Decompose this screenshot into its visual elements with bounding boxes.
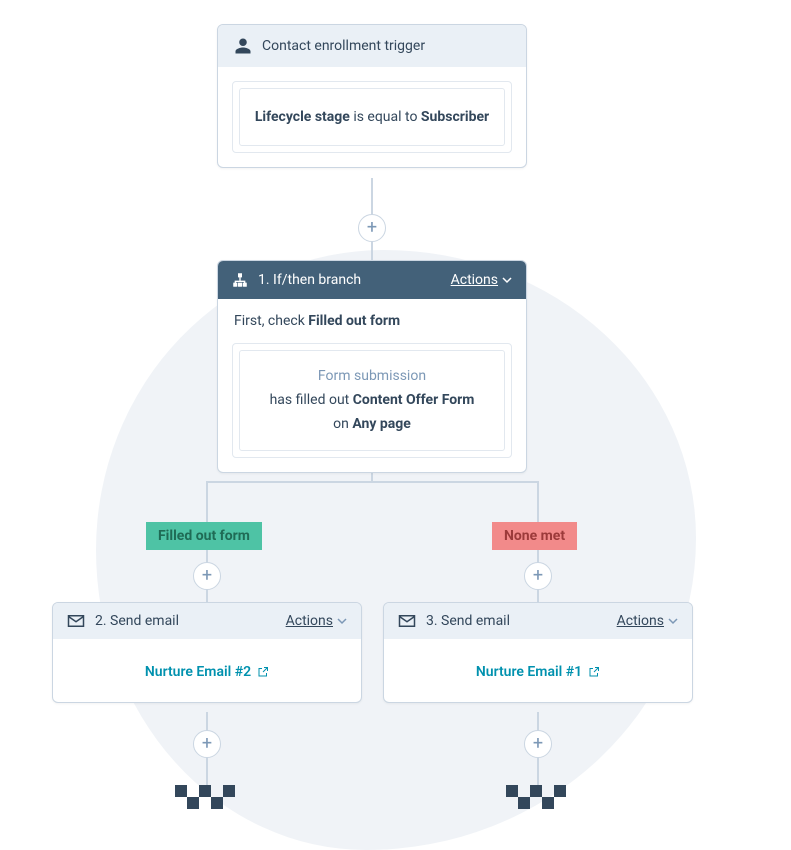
email-header-text: 3. Send email	[426, 613, 510, 629]
branch-rule-line2-bold: Content Offer Form	[353, 392, 475, 408]
trigger-rule-op: is equal to	[353, 109, 417, 125]
envelope-icon	[398, 614, 416, 628]
contact-icon	[234, 37, 252, 55]
branch-subhead-bold: Filled out form	[308, 313, 400, 329]
add-step-button[interactable]: +	[524, 730, 552, 758]
external-link-icon	[257, 666, 269, 678]
email-link[interactable]: Nurture Email #1	[476, 664, 600, 680]
branch-header: 1. If/then branch Actions	[218, 261, 526, 299]
email-link-text: Nurture Email #1	[476, 664, 582, 680]
email-header: 2. Send email Actions	[53, 603, 361, 639]
branch-subhead-prefix: First, check	[234, 313, 305, 329]
send-email-card-right[interactable]: 3. Send email Actions Nurture Email #1	[383, 602, 693, 703]
caret-down-icon	[668, 616, 678, 626]
caret-down-icon	[502, 275, 512, 285]
trigger-header: Contact enrollment trigger	[218, 25, 526, 67]
trigger-rule-value: Subscriber	[421, 109, 489, 125]
enrollment-trigger-card[interactable]: Contact enrollment trigger Lifecycle sta…	[217, 24, 527, 168]
email-actions-label: Actions	[286, 613, 333, 629]
email-header-text: 2. Send email	[95, 613, 179, 629]
branch-rule[interactable]: Form submission has filled out Content O…	[239, 350, 505, 451]
email-link[interactable]: Nurture Email #2	[145, 664, 269, 680]
email-actions-menu[interactable]: Actions	[617, 613, 678, 629]
branch-rule-line3-bold: Any page	[352, 416, 411, 432]
trigger-title: Contact enrollment trigger	[262, 38, 425, 54]
envelope-icon	[67, 614, 85, 628]
sitemap-icon	[232, 272, 248, 288]
branch-yes-chip: Filled out form	[146, 522, 262, 550]
branch-rule-line2-pre: has filled out	[270, 392, 350, 408]
send-email-card-left[interactable]: 2. Send email Actions Nurture Email #2	[52, 602, 362, 703]
add-step-button[interactable]: +	[193, 562, 221, 590]
branch-rule-line3-pre: on	[333, 416, 349, 432]
caret-down-icon	[337, 616, 347, 626]
branch-actions-label: Actions	[451, 272, 498, 288]
branch-no-chip: None met	[492, 522, 577, 550]
if-then-branch-card[interactable]: 1. If/then branch Actions First, check F…	[217, 260, 527, 473]
email-header: 3. Send email Actions	[384, 603, 692, 639]
finish-flag-icon	[506, 785, 570, 817]
email-actions-label: Actions	[617, 613, 664, 629]
add-step-button[interactable]: +	[358, 214, 386, 242]
add-step-button[interactable]: +	[193, 730, 221, 758]
branch-subhead: First, check Filled out form	[218, 299, 526, 329]
email-actions-menu[interactable]: Actions	[286, 613, 347, 629]
branch-title: 1. If/then branch	[258, 272, 361, 288]
trigger-rule-field: Lifecycle stage	[255, 109, 350, 125]
add-step-button[interactable]: +	[524, 562, 552, 590]
email-link-text: Nurture Email #2	[145, 664, 251, 680]
branch-rule-line1: Form submission	[250, 365, 494, 389]
finish-flag-icon	[175, 785, 239, 817]
external-link-icon	[588, 666, 600, 678]
trigger-rule[interactable]: Lifecycle stage is equal to Subscriber	[239, 88, 505, 146]
branch-actions-menu[interactable]: Actions	[451, 272, 512, 288]
